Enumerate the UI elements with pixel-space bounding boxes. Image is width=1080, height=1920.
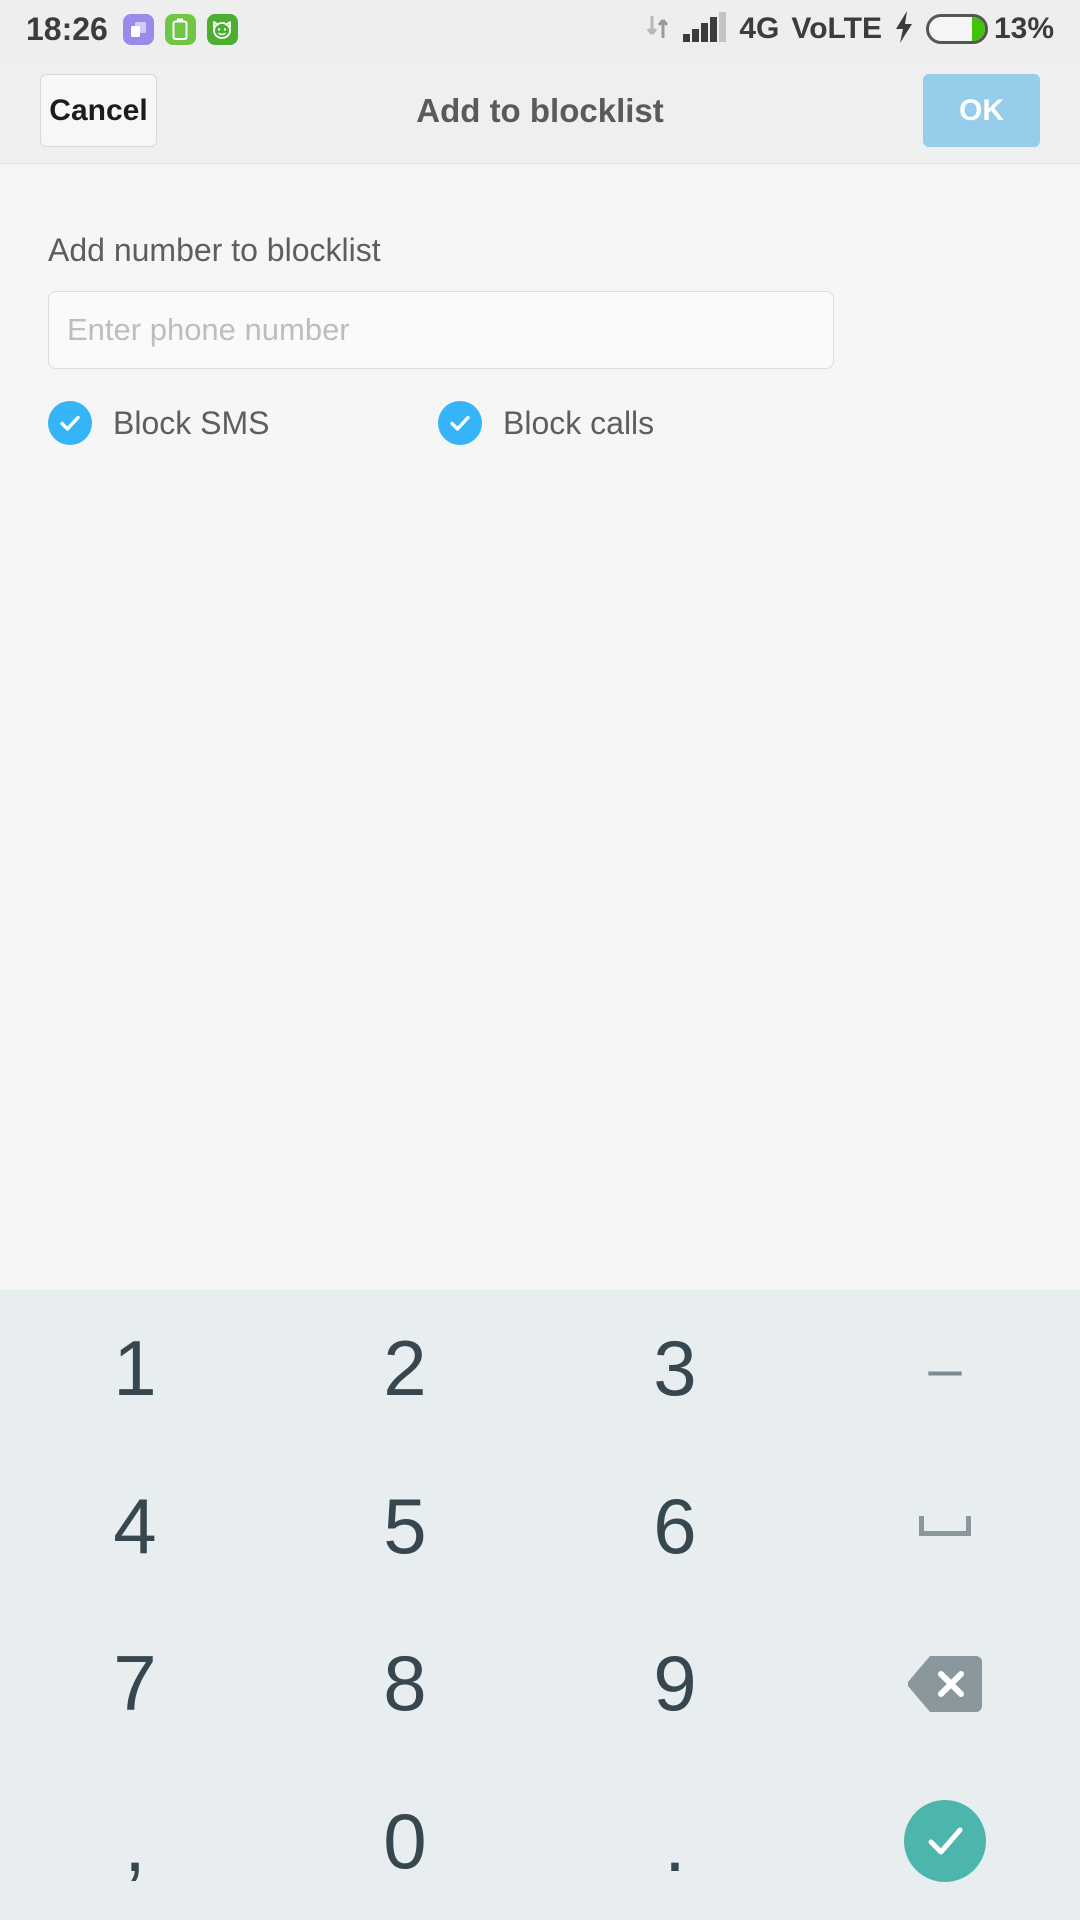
checkbox-block-sms[interactable]: Block SMS — [48, 401, 438, 445]
ok-button[interactable]: OK — [923, 74, 1040, 147]
enter-check-icon — [904, 1800, 986, 1883]
key-2[interactable]: 2 — [270, 1290, 540, 1448]
keypad-row-3: 7 8 9 — [0, 1605, 1080, 1763]
dialog-title-bar: Cancel Add to blocklist OK — [0, 58, 1080, 164]
security-cat-icon — [206, 13, 238, 45]
status-clock: 18:26 — [26, 10, 108, 47]
signal-bars-icon — [683, 11, 727, 47]
keypad-row-1: 1 2 3 – — [0, 1290, 1080, 1448]
key-5[interactable]: 5 — [270, 1448, 540, 1606]
numeric-keypad: 1 2 3 – 4 5 6 7 8 9 , 0 . — [0, 1290, 1080, 1920]
network-type-label: 4G — [739, 12, 780, 45]
charging-bolt-icon — [894, 10, 914, 48]
cancel-button[interactable]: Cancel — [40, 74, 157, 147]
key-space[interactable] — [810, 1448, 1080, 1606]
backspace-icon — [908, 1655, 982, 1712]
key-4[interactable]: 4 — [0, 1448, 270, 1606]
key-9[interactable]: 9 — [540, 1605, 810, 1763]
multiwindow-icon — [122, 13, 154, 45]
status-bar-right: 4G VoLTE 13% — [645, 10, 1054, 48]
key-6[interactable]: 6 — [540, 1448, 810, 1606]
battery-fill — [971, 17, 985, 41]
battery-indicator: 13% — [925, 12, 1054, 46]
data-transfer-icon — [645, 12, 671, 47]
keypad-row-4: , 0 . — [0, 1763, 1080, 1920]
phone-number-input[interactable] — [48, 291, 834, 369]
battery-percent-label: 13% — [993, 12, 1054, 45]
key-enter[interactable] — [810, 1763, 1080, 1920]
block-options-row: Block SMS Block calls — [48, 401, 1032, 445]
key-backspace[interactable] — [810, 1605, 1080, 1763]
checkbox-block-sms-label: Block SMS — [113, 404, 270, 441]
check-icon — [438, 401, 482, 445]
volte-label: VoLTE — [791, 12, 882, 45]
key-dash[interactable]: – — [810, 1290, 1080, 1448]
key-period[interactable]: . — [540, 1763, 810, 1920]
dialog-content: Add number to blocklist Block SMS Block … — [0, 164, 1080, 1290]
page-title: Add to blocklist — [416, 91, 664, 129]
key-comma[interactable]: , — [0, 1763, 270, 1920]
checkbox-block-calls[interactable]: Block calls — [438, 401, 828, 445]
key-0[interactable]: 0 — [270, 1763, 540, 1920]
space-icon — [919, 1516, 971, 1537]
keypad-row-2: 4 5 6 — [0, 1448, 1080, 1606]
checkbox-block-calls-label: Block calls — [503, 404, 655, 441]
key-1[interactable]: 1 — [0, 1290, 270, 1448]
key-8[interactable]: 8 — [270, 1605, 540, 1763]
status-bar: 18:26 4G VoLTE 13% — [0, 0, 1080, 58]
key-7[interactable]: 7 — [0, 1605, 270, 1763]
key-3[interactable]: 3 — [540, 1290, 810, 1448]
battery-icon — [925, 14, 988, 44]
section-label: Add number to blocklist — [48, 232, 381, 268]
battery-saver-icon — [164, 13, 196, 45]
check-icon — [48, 401, 92, 445]
status-bar-left: 18:26 — [26, 11, 238, 48]
